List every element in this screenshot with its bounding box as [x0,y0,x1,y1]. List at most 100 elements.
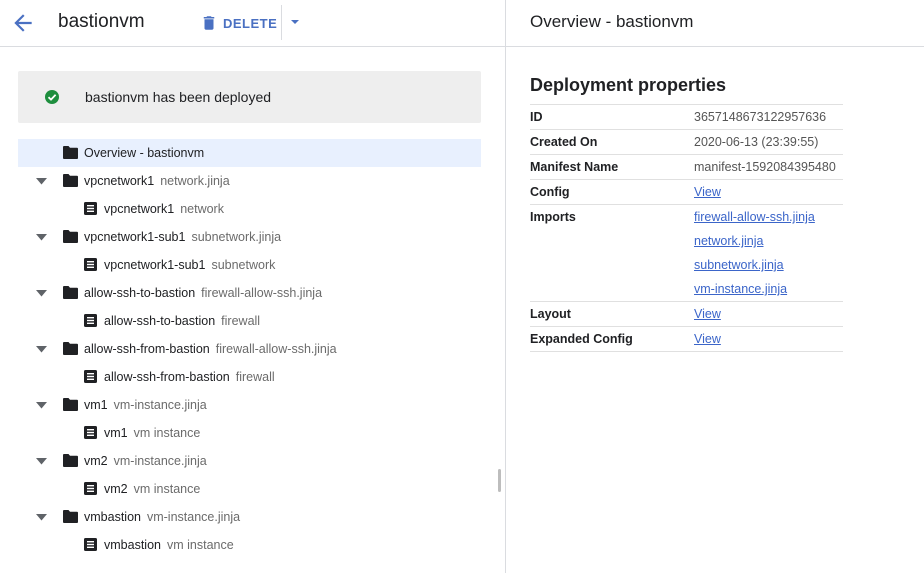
document-icon [84,538,97,551]
tree-row-label: vm1 vm instance [104,426,200,440]
deploy-success-banner: bastionvm has been deployed [18,71,481,123]
tree-row-child[interactable]: vpcnetwork1 network [18,195,481,223]
property-value: 2020-06-13 (23:39:55) [694,135,819,149]
resource-name: vpcnetwork1-sub1 [84,230,186,244]
property-label: Expanded Config [530,332,633,346]
resource-type: subnetwork.jinja [191,230,282,244]
tree-row-resource[interactable]: vmbastion vm-instance.jinja [18,503,481,531]
tree-row-child[interactable]: vpcnetwork1-sub1 subnetwork [18,251,481,279]
tree-row-resource[interactable]: allow-ssh-to-bastion firewall-allow-ssh.j… [18,279,481,307]
tree-row-child[interactable]: allow-ssh-from-bastion firewall [18,363,481,391]
tree-row-label: vm1 vm-instance.jinja [84,398,207,412]
resource-type: network [180,202,224,216]
document-icon [84,314,97,327]
folder-icon [63,342,78,355]
resource-type: vm instance [166,538,234,552]
page-title: bastionvm [58,11,145,32]
resource-name: allow-ssh-from-bastion [84,342,210,356]
properties-table: ID 3657148673122957636 Created On 2020-0… [530,104,843,352]
pane-resize-handle[interactable] [498,469,501,492]
caret-down-icon[interactable] [36,346,47,353]
tree-row-resource[interactable]: vm2 vm-instance.jinja [18,447,481,475]
section-heading: Deployment properties [530,75,727,95]
tree-row-label: allow-ssh-from-bastion firewall-allow-ssh… [84,342,337,356]
property-row-config: Config View [530,180,843,205]
folder-icon [63,174,78,187]
tree-row-label: vpcnetwork1 network.jinja [84,174,230,188]
property-label: Manifest Name [530,160,619,174]
caret-down-icon[interactable] [36,514,47,521]
resource-name: vm2 [104,482,128,496]
details-header: Overview - bastionvm [506,0,924,47]
tree-row-resource[interactable]: allow-ssh-from-bastion firewall-allow-ssh… [18,335,481,363]
document-icon [84,202,97,215]
folder-icon [63,230,78,243]
resource-type: firewall-allow-ssh.jinja [201,286,323,300]
caret-down-icon[interactable] [36,290,47,297]
resource-name: vm2 [84,454,108,468]
back-button[interactable] [10,10,36,36]
property-row-id: ID 3657148673122957636 [530,105,843,130]
resource-tree: Overview - bastionvm vpcnetwork1 network.… [18,139,481,559]
trash-icon [203,16,215,30]
resource-name: allow-ssh-to-bastion [104,314,216,328]
arrow-back-icon [14,14,32,32]
resource-type: vm-instance.jinja [113,454,207,468]
tree-row-child[interactable]: vm1 vm instance [18,419,481,447]
caret-down-icon[interactable] [36,458,47,465]
import-link[interactable]: subnetwork.jinja [694,253,843,277]
resource-name: vmbastion [104,538,161,552]
import-link[interactable]: vm-instance.jinja [694,277,843,301]
caret-down-icon[interactable] [36,178,47,185]
folder-icon [63,398,78,411]
banner-message: bastionvm has been deployed [85,89,272,105]
property-label: ID [530,110,543,124]
caret-down-icon [291,20,299,24]
delete-button[interactable]: DELETE [200,11,277,35]
property-row-imports: Imports firewall-allow-ssh.jinja network… [530,205,843,302]
delete-button-label: DELETE [223,15,278,31]
tree-row-resource[interactable]: vm1 vm-instance.jinja [18,391,481,419]
document-icon [84,426,97,439]
resource-name: vm1 [104,426,128,440]
resource-name: vm1 [84,398,108,412]
property-row-expanded-config: Expanded Config View [530,327,843,352]
property-label: Config [530,185,570,199]
tree-row-child[interactable]: vm2 vm instance [18,475,481,503]
details-title: Overview - bastionvm [530,12,694,31]
check-circle-icon [45,90,59,104]
tree-row-resource[interactable]: vpcnetwork1-sub1 subnetwork.jinja [18,223,481,251]
tree-row-label: Overview - bastionvm [84,146,205,160]
tree-row-label: vm2 vm instance [104,482,200,496]
layout-view-link[interactable]: View [694,302,843,326]
property-label: Created On [530,135,598,149]
resource-name: allow-ssh-from-bastion [104,370,230,384]
property-row-created-on: Created On 2020-06-13 (23:39:55) [530,130,843,155]
tree-row-label: vm2 vm-instance.jinja [84,454,207,468]
tree-row-label: allow-ssh-to-bastion firewall [104,314,260,328]
caret-down-icon[interactable] [36,234,47,241]
import-link[interactable]: firewall-allow-ssh.jinja [694,205,843,229]
deployment-tree-pane: bastionvm DELETE bastionvm has been depl… [0,0,506,573]
folder-icon [63,286,78,299]
tree-row-label: vpcnetwork1 network [104,202,224,216]
caret-down-icon[interactable] [36,402,47,409]
tree-row-resource[interactable]: vpcnetwork1 network.jinja [18,167,481,195]
expanded-config-view-link[interactable]: View [694,327,843,351]
deployment-details-pane: Overview - bastionvm Deployment properti… [506,0,924,573]
tree-row-label: allow-ssh-from-bastion firewall [104,370,275,384]
tree-row-overview[interactable]: Overview - bastionvm [18,139,481,167]
property-row-manifest-name: Manifest Name manifest-1592084395480 [530,155,843,180]
tree-row-child[interactable]: allow-ssh-to-bastion firewall [18,307,481,335]
toolbar: bastionvm DELETE [0,0,505,47]
config-view-link[interactable]: View [694,180,843,204]
tree-row-child[interactable]: vmbastion vm instance [18,531,481,559]
tree-row-label: vpcnetwork1-sub1 subnetwork [104,258,275,272]
resource-type: subnetwork [211,258,276,272]
resource-name: vmbastion [84,510,141,524]
resource-name: vpcnetwork1-sub1 [104,258,206,272]
import-link[interactable]: network.jinja [694,229,843,253]
resource-type: network.jinja [160,174,230,188]
tree-row-label: allow-ssh-to-bastion firewall-allow-ssh.j… [84,286,322,300]
more-actions-button[interactable] [287,14,303,30]
